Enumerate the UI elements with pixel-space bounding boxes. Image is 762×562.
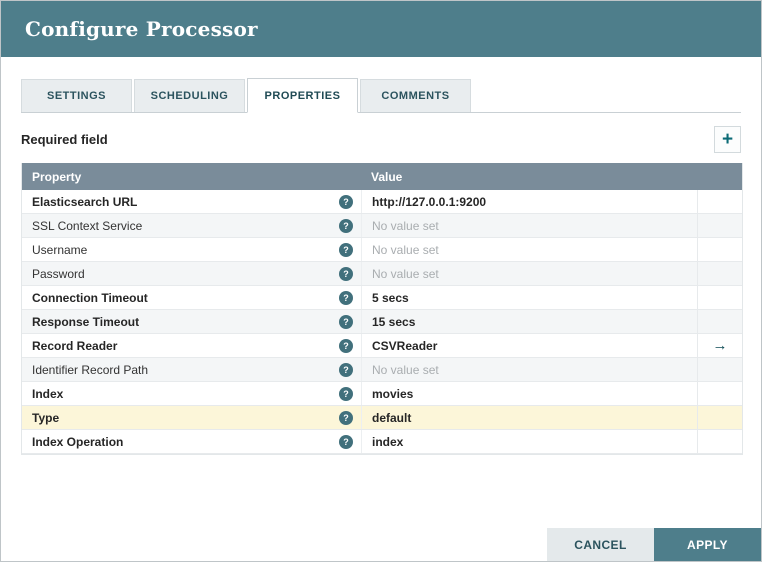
tab-scheduling[interactable]: SCHEDULING — [134, 79, 245, 112]
help-icon[interactable]: ? — [339, 386, 353, 401]
property-cell: SSL Context Service? — [22, 214, 361, 237]
property-name: SSL Context Service — [32, 218, 143, 233]
help-icon[interactable]: ? — [339, 194, 353, 209]
property-name: Record Reader — [32, 338, 118, 353]
value-cell[interactable]: No value set — [361, 214, 698, 237]
help-icon[interactable]: ? — [339, 338, 353, 353]
property-cell: Record Reader? — [22, 334, 361, 357]
value-cell[interactable]: No value set — [361, 238, 698, 261]
dialog-title: Configure Processor — [25, 17, 258, 41]
property-name: Username — [32, 242, 88, 257]
row-extra-cell — [698, 382, 742, 405]
property-cell: Index Operation? — [22, 430, 361, 453]
help-icon[interactable]: ? — [339, 314, 353, 329]
help-icon[interactable]: ? — [339, 434, 353, 449]
value-cell[interactable]: default — [361, 406, 698, 429]
property-name: Index — [32, 386, 64, 401]
add-property-button[interactable]: + — [714, 125, 741, 153]
property-name: Password — [32, 266, 85, 281]
value-cell[interactable]: 15 secs — [361, 310, 698, 333]
properties-toolbar: Required field + — [21, 125, 741, 153]
configure-processor-dialog: Configure Processor SETTINGS SCHEDULING … — [0, 0, 762, 562]
table-row[interactable]: Record Reader? CSVReader → — [22, 334, 742, 358]
value-cell[interactable]: CSVReader — [361, 334, 698, 357]
value-cell[interactable]: 5 secs — [361, 286, 698, 309]
property-value: http://127.0.0.1:9200 — [372, 194, 487, 209]
tab-comments[interactable]: COMMENTS — [360, 79, 471, 112]
property-cell: Type? — [22, 406, 361, 429]
table-row[interactable]: Response Timeout? 15 secs — [22, 310, 742, 334]
value-cell[interactable]: index — [361, 430, 698, 453]
property-cell: Identifier Record Path? — [22, 358, 361, 381]
cancel-button[interactable]: CANCEL — [547, 528, 654, 561]
property-value: No value set — [372, 362, 439, 377]
help-icon[interactable]: ? — [339, 266, 353, 281]
property-value: CSVReader — [372, 338, 438, 353]
property-cell: Elasticsearch URL? — [22, 190, 361, 213]
table-row[interactable]: Index Operation? index — [22, 430, 742, 454]
table-row[interactable]: Connection Timeout? 5 secs — [22, 286, 742, 310]
property-name: Index Operation — [32, 434, 124, 449]
property-cell: Index? — [22, 382, 361, 405]
properties-table: Property Value Elasticsearch URL? http://… — [21, 163, 743, 455]
property-name: Identifier Record Path — [32, 362, 149, 377]
row-extra-cell: → — [698, 334, 742, 357]
property-value: 15 secs — [372, 314, 416, 329]
help-icon[interactable]: ? — [339, 218, 353, 233]
table-row[interactable]: Index? movies — [22, 382, 742, 406]
table-row[interactable]: Type? default — [22, 406, 742, 430]
value-cell[interactable]: No value set — [361, 262, 698, 285]
property-name: Type — [32, 410, 60, 425]
required-field-label: Required field — [21, 131, 108, 147]
value-cell[interactable]: http://127.0.0.1:9200 — [361, 190, 698, 213]
help-icon[interactable]: ? — [339, 290, 353, 305]
help-icon[interactable]: ? — [339, 242, 353, 257]
row-extra-cell — [698, 310, 742, 333]
property-value: No value set — [372, 266, 439, 281]
go-to-service-icon[interactable]: → — [713, 337, 728, 354]
property-cell: Response Timeout? — [22, 310, 361, 333]
property-cell: Password? — [22, 262, 361, 285]
property-value: index — [372, 434, 404, 449]
dialog-footer: CANCEL APPLY — [547, 528, 761, 561]
property-value: 5 secs — [372, 290, 409, 305]
table-row[interactable]: Elasticsearch URL? http://127.0.0.1:9200 — [22, 190, 742, 214]
property-name: Connection Timeout — [32, 290, 148, 305]
help-icon[interactable]: ? — [339, 362, 353, 377]
row-extra-cell — [698, 286, 742, 309]
value-cell[interactable]: movies — [361, 382, 698, 405]
value-cell[interactable]: No value set — [361, 358, 698, 381]
row-extra-cell — [698, 190, 742, 213]
row-extra-cell — [698, 406, 742, 429]
plus-icon: + — [721, 128, 734, 150]
property-name: Elasticsearch URL — [32, 194, 138, 209]
row-extra-cell — [698, 262, 742, 285]
row-extra-cell — [698, 430, 742, 453]
tab-settings[interactable]: SETTINGS — [21, 79, 132, 112]
table-row[interactable]: Username? No value set — [22, 238, 742, 262]
row-extra-cell — [698, 214, 742, 237]
table-row[interactable]: SSL Context Service? No value set — [22, 214, 742, 238]
property-cell: Connection Timeout? — [22, 286, 361, 309]
row-extra-cell — [698, 238, 742, 261]
property-value: movies — [372, 386, 414, 401]
dialog-header: Configure Processor — [1, 1, 761, 57]
table-header-row: Property Value — [22, 163, 742, 190]
table-row[interactable]: Identifier Record Path? No value set — [22, 358, 742, 382]
property-name: Response Timeout — [32, 314, 140, 329]
apply-button[interactable]: APPLY — [654, 528, 761, 561]
property-value: No value set — [372, 242, 439, 257]
tab-bar: SETTINGS SCHEDULING PROPERTIES COMMENTS — [21, 78, 741, 113]
column-header-property: Property — [32, 169, 82, 184]
table-row[interactable]: Password? No value set — [22, 262, 742, 286]
row-extra-cell — [698, 358, 742, 381]
property-value: default — [372, 410, 412, 425]
property-cell: Username? — [22, 238, 361, 261]
help-icon[interactable]: ? — [339, 410, 353, 425]
tab-properties[interactable]: PROPERTIES — [247, 78, 358, 113]
column-header-value: Value — [371, 169, 403, 184]
properties-table-body: Elasticsearch URL? http://127.0.0.1:9200 S… — [22, 190, 742, 454]
property-value: No value set — [372, 218, 439, 233]
